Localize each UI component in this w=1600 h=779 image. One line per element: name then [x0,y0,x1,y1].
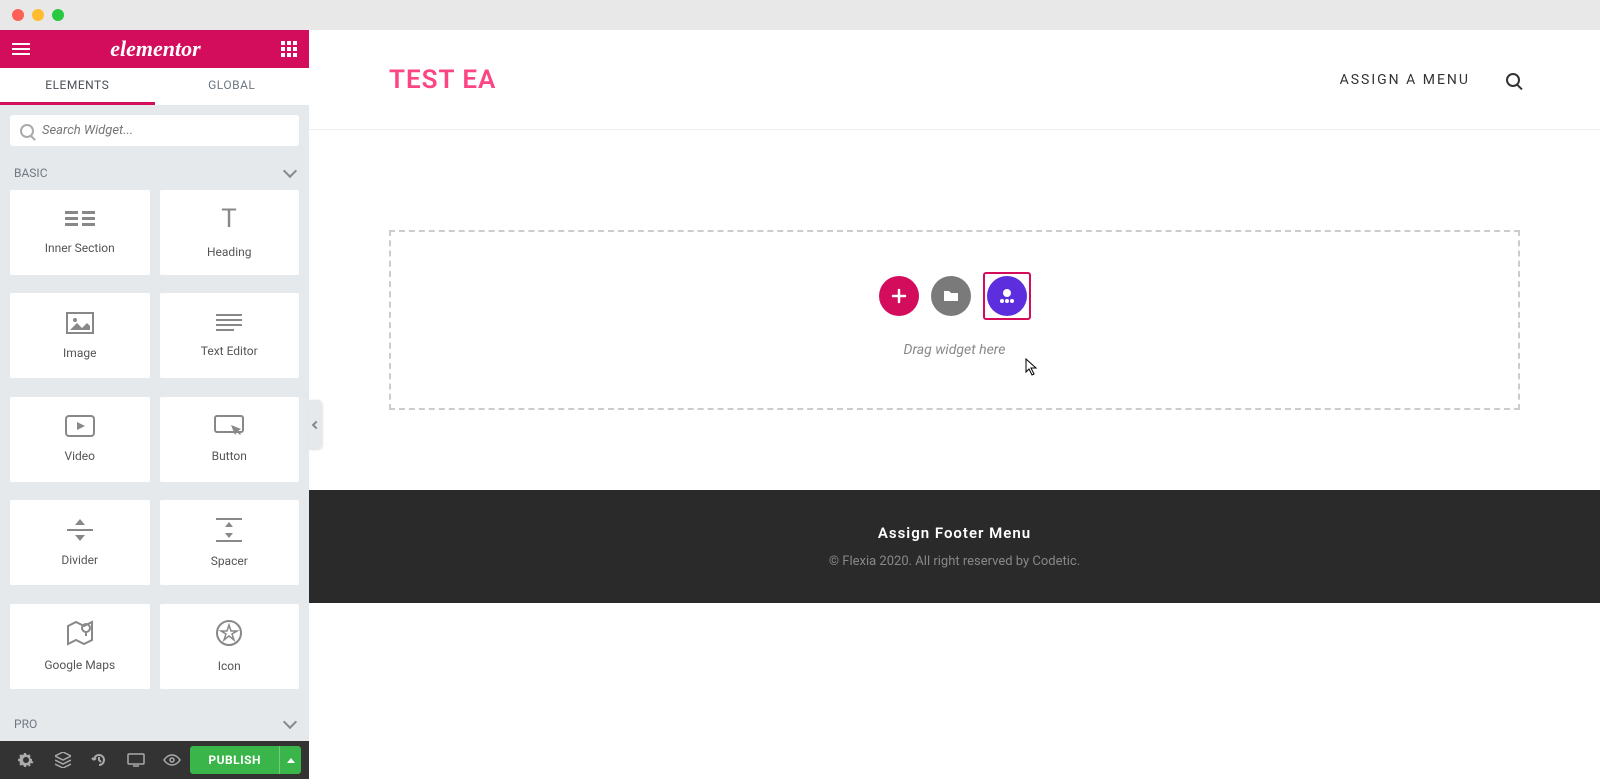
responsive-icon[interactable] [117,741,153,779]
widget-label: Google Maps [44,658,115,672]
widget-icon[interactable]: Icon [160,604,300,689]
inner-section-icon [65,211,95,229]
site-title[interactable]: TEST EA [389,65,496,95]
close-window-icon[interactable] [12,9,24,21]
sidebar-header: elementor [0,30,309,68]
preview-area: TEST EA ASSIGN A MENU [309,30,1600,779]
widget-label: Text Editor [201,344,258,358]
section-basic-label: BASIC [14,166,48,180]
divider-icon [67,519,93,541]
widget-label: Icon [218,659,241,673]
widget-text-editor[interactable]: Text Editor [160,293,300,378]
publish-button[interactable]: PUBLISH [190,746,279,774]
collapse-sidebar-button[interactable] [309,400,322,450]
search-icon [20,124,34,138]
text-editor-icon [216,314,242,332]
section-pro-label: PRO [14,717,37,731]
section-pro-header[interactable]: PRO [0,707,309,741]
menu-icon[interactable] [12,43,30,55]
site-header: TEST EA ASSIGN A MENU [309,30,1600,130]
history-icon[interactable] [81,741,117,779]
minimize-window-icon[interactable] [32,9,44,21]
widget-heading[interactable]: T Heading [160,190,300,275]
section-basic-header[interactable]: BASIC [0,156,309,190]
maximize-window-icon[interactable] [52,9,64,21]
spacer-icon [216,518,242,542]
add-section-button[interactable] [879,276,919,316]
widget-google-maps[interactable]: Google Maps [10,604,150,689]
apps-grid-icon[interactable] [281,41,297,57]
button-icon [214,415,244,437]
empty-section-dropzone[interactable]: Drag widget here [389,230,1520,410]
publish-options-button[interactable] [279,746,301,774]
svg-text:T: T [221,207,237,233]
search-widget-input[interactable] [42,123,289,138]
widgets-grid: Inner Section T Heading Image Text Edito… [0,190,309,707]
site-footer: Assign Footer Menu © Flexia 2020. All ri… [309,490,1600,603]
widget-label: Button [212,449,247,463]
widget-video[interactable]: Video [10,397,150,482]
widget-label: Video [64,449,95,463]
window-titlebar [0,0,1600,30]
widget-label: Heading [207,245,252,259]
tab-elements[interactable]: ELEMENTS [0,68,155,105]
widget-label: Image [63,346,96,360]
chevron-left-icon [311,421,319,429]
sidebar-tabs: ELEMENTS GLOBAL [0,68,309,105]
footer-copyright: © Flexia 2020. All right reserved by Cod… [309,554,1600,569]
add-template-button[interactable] [931,276,971,316]
footer-menu-link[interactable]: Assign Footer Menu [309,524,1600,542]
sidebar-bottom-bar: PUBLISH [0,741,309,779]
templately-highlight [983,272,1031,320]
widget-label: Inner Section [45,241,115,255]
chevron-down-icon [283,715,297,729]
widget-divider[interactable]: Divider [10,500,150,585]
assign-menu-link[interactable]: ASSIGN A MENU [1340,72,1470,88]
search-widget-box[interactable] [10,115,299,146]
image-icon [66,312,94,334]
widget-label: Divider [61,553,98,567]
canvas-area: Drag widget here [309,130,1600,490]
widget-inner-section[interactable]: Inner Section [10,190,150,275]
drop-hint-text: Drag widget here [391,342,1518,358]
elementor-logo: elementor [110,36,200,62]
site-search-icon[interactable] [1506,73,1520,87]
widget-spacer[interactable]: Spacer [160,500,300,585]
navigator-icon[interactable] [44,741,80,779]
editor-sidebar: elementor ELEMENTS GLOBAL BASIC Inner Se… [0,30,309,779]
chevron-down-icon [283,164,297,178]
video-icon [65,415,95,437]
google-maps-icon [66,620,94,646]
widget-button[interactable]: Button [160,397,300,482]
preview-icon[interactable] [154,741,190,779]
tab-global[interactable]: GLOBAL [155,68,310,105]
widget-label: Spacer [211,554,248,568]
icon-icon [215,619,243,647]
heading-icon: T [214,207,244,233]
templately-button[interactable] [987,276,1027,316]
widget-image[interactable]: Image [10,293,150,378]
settings-icon[interactable] [8,741,44,779]
